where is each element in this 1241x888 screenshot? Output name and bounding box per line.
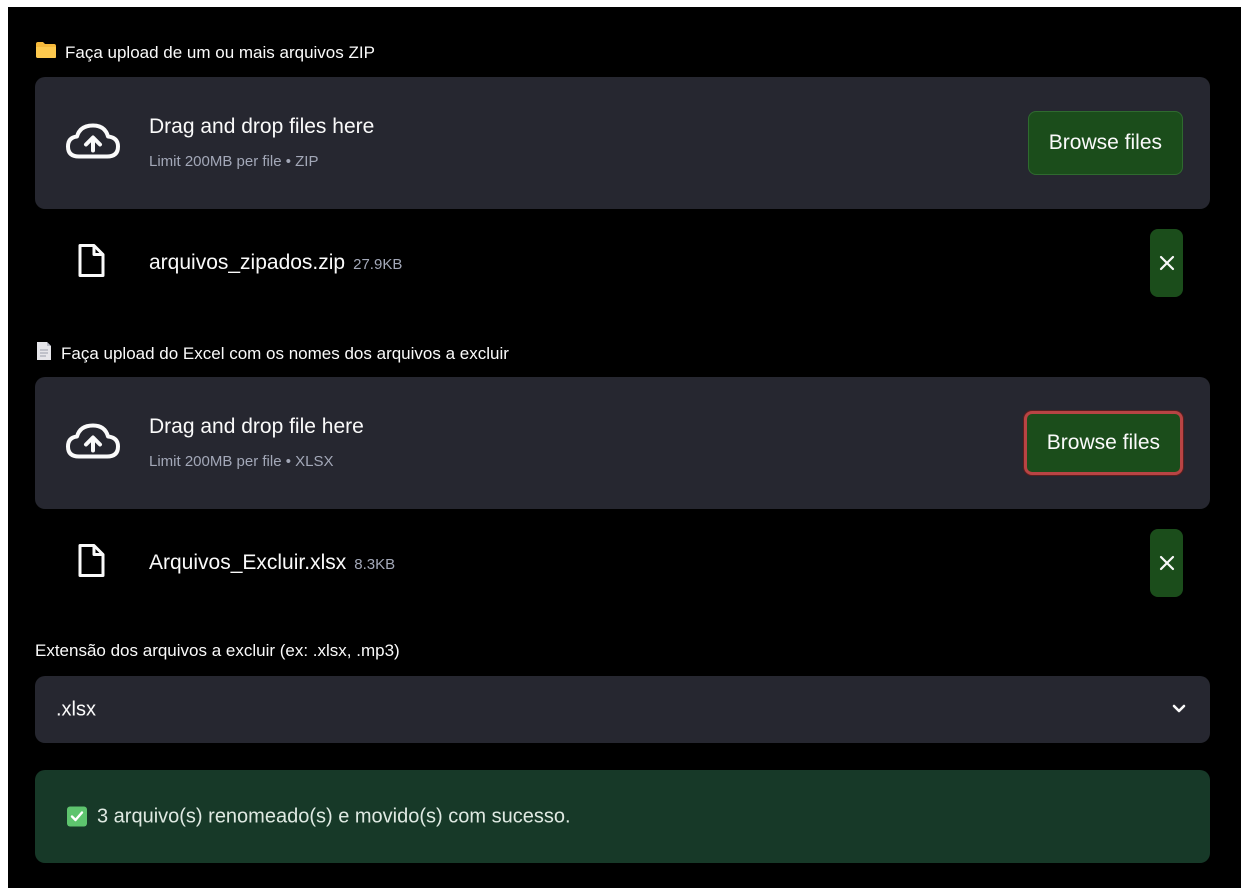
zip-upload-label-text: Faça upload de um ou mais arquivos ZIP — [65, 42, 375, 62]
folder-icon — [35, 41, 57, 64]
success-content: 3 arquivo(s) renomeado(s) e movido(s) co… — [67, 805, 571, 828]
success-alert: 3 arquivo(s) renomeado(s) e movido(s) co… — [35, 770, 1210, 863]
zip-dropzone-title: Drag and drop files here — [149, 115, 375, 138]
zip-file-name-wrap: arquivos_zipados.zip 27.9KB — [149, 251, 402, 275]
success-message: 3 arquivo(s) renomeado(s) e movido(s) co… — [97, 805, 571, 827]
extension-select[interactable]: .xlsx — [35, 676, 1210, 743]
excel-file-size: 8.3KB — [354, 556, 396, 573]
close-icon — [1159, 555, 1174, 571]
zip-browse-button[interactable]: Browse files — [1027, 111, 1183, 175]
excel-file-name: Arquivos_Excluir.xlsx — [149, 551, 347, 574]
excel-dropzone[interactable]: Drag and drop file here Limit 200MB per … — [35, 377, 1210, 509]
remove-zip-file-button[interactable] — [1150, 229, 1183, 297]
zip-upload-label: Faça upload de um ou mais arquivos ZIP — [35, 41, 375, 64]
excel-dropzone-limit: Limit 200MB per file • XLSX — [149, 453, 334, 470]
cloud-upload-icon — [63, 420, 123, 467]
zip-file-size: 27.9KB — [353, 256, 403, 273]
zip-file-name: arquivos_zipados.zip — [149, 251, 346, 274]
file-icon — [77, 544, 105, 583]
file-icon — [77, 244, 105, 283]
excel-file-row: Arquivos_Excluir.xlsx 8.3KB — [35, 529, 1210, 597]
zip-file-row: arquivos_zipados.zip 27.9KB — [35, 229, 1210, 297]
document-icon — [35, 341, 53, 366]
remove-excel-file-button[interactable] — [1150, 529, 1183, 597]
excel-browse-button[interactable]: Browse files — [1023, 411, 1183, 475]
extension-select-value: .xlsx — [56, 698, 96, 720]
excel-file-name-wrap: Arquivos_Excluir.xlsx 8.3KB — [149, 551, 395, 575]
zip-dropzone-text: Drag and drop files here Limit 200MB per… — [149, 115, 374, 170]
excel-dropzone-text: Drag and drop file here Limit 200MB per … — [149, 415, 364, 470]
chevron-down-icon[interactable] — [1172, 701, 1186, 719]
zip-dropzone[interactable]: Drag and drop files here Limit 200MB per… — [35, 77, 1210, 209]
excel-upload-label: Faça upload do Excel com os nomes dos ar… — [35, 341, 509, 366]
zip-dropzone-limit: Limit 200MB per file • ZIP — [149, 153, 319, 170]
extension-select-label: Extensão dos arquivos a excluir (ex: .xl… — [35, 641, 400, 660]
app-main: Faça upload de um ou mais arquivos ZIP D… — [8, 7, 1241, 888]
check-icon — [67, 806, 87, 827]
cloud-upload-icon — [63, 120, 123, 167]
excel-upload-label-text: Faça upload do Excel com os nomes dos ar… — [61, 343, 509, 363]
excel-dropzone-title: Drag and drop file here — [149, 415, 364, 438]
close-icon — [1159, 255, 1174, 271]
